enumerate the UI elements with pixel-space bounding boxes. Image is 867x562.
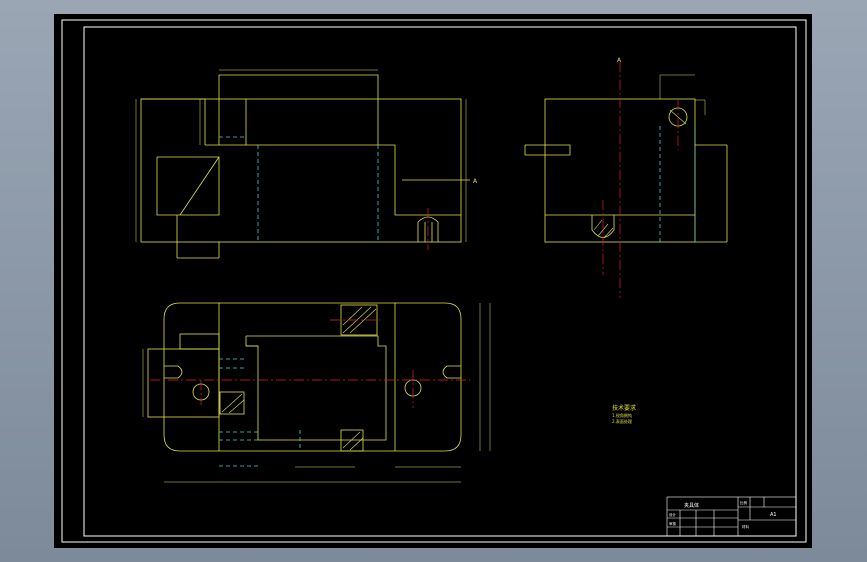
sheet-label: A1 [770, 512, 777, 518]
drawing-canvas [54, 14, 812, 548]
scale-label: 比例 [740, 500, 748, 505]
checker-label: 审核 [669, 521, 677, 526]
material-label: 材料 [742, 524, 750, 529]
part-name: 夹具体 [684, 502, 699, 509]
notes-title: 技术要求 [612, 404, 636, 412]
notes-line-1: 1.锐角倒钝 [612, 412, 632, 418]
cad-sheet: A A 技术要求 1.锐角倒钝 2.表面处理 夹具体 比例 A1 设计 审核 材… [54, 14, 812, 548]
notes-line-2: 2.表面处理 [612, 418, 632, 424]
designer-label: 设计 [669, 512, 677, 517]
